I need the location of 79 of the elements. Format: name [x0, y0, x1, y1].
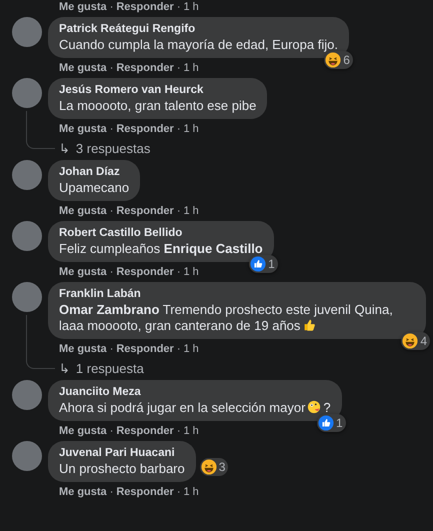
separator-dot: ·	[110, 265, 114, 279]
avatar[interactable]	[12, 17, 42, 47]
laughing-face-icon	[402, 333, 418, 349]
reaction-count[interactable]: 4	[401, 332, 430, 350]
comment-time: 1 h	[184, 204, 199, 218]
action-link[interactable]: Me gusta	[59, 61, 107, 75]
action-link[interactable]: Me gusta	[59, 265, 107, 279]
action-link[interactable]: Responder	[116, 342, 174, 356]
separator-dot: ·	[176, 204, 180, 218]
replies-link[interactable]: 1 respuesta	[76, 361, 144, 377]
separator-dot: ·	[110, 0, 114, 14]
separator-dot: ·	[176, 265, 180, 279]
comment-text: Upamecano	[59, 180, 130, 196]
separator-dot: ·	[176, 61, 180, 75]
avatar[interactable]	[12, 282, 42, 312]
action-link[interactable]: Responder	[116, 61, 174, 75]
comment-time: 1 h	[184, 122, 199, 136]
comment-time: 1 h	[184, 61, 199, 75]
comment-text: Omar Zambrano Tremendo proshecto este juvenil Quina,	[59, 302, 393, 318]
separator-dot: ·	[176, 0, 180, 14]
reaction-count[interactable]: 3	[200, 458, 228, 476]
avatar[interactable]	[12, 221, 42, 251]
comment-time: 1 h	[184, 0, 199, 14]
action-link[interactable]: Responder	[116, 122, 174, 136]
separator-dot: ·	[176, 122, 180, 136]
crazy-face-emoji-icon	[307, 400, 322, 414]
avatar[interactable]	[12, 380, 42, 410]
separator-dot: ·	[110, 342, 114, 356]
separator-dot: ·	[110, 61, 114, 75]
separator-dot: ·	[110, 122, 114, 136]
comment-text: La mooooto, gran talento ese pibe	[59, 98, 256, 114]
separator-dot: ·	[176, 485, 180, 499]
author-name[interactable]: Jesús Romero van Heurck	[59, 83, 256, 98]
separator-dot: ·	[176, 342, 180, 356]
author-name[interactable]: Franklin Labán	[59, 287, 415, 302]
replies-link[interactable]: 3 respuestas	[76, 141, 150, 157]
comment-time: 1 h	[184, 424, 199, 438]
avatar[interactable]	[12, 160, 42, 190]
action-link[interactable]: Me gusta	[59, 485, 107, 499]
reaction-count[interactable]: 1	[316, 414, 346, 432]
author-name[interactable]: Robert Castillo Bellido	[59, 226, 263, 241]
action-link[interactable]: Responder	[116, 265, 174, 279]
thumbs-up-icon	[318, 415, 334, 431]
comment-text: Ahora si podrá jugar en la selección mayor	[59, 400, 306, 416]
comment-time: 1 h	[184, 265, 199, 279]
avatar[interactable]	[12, 441, 42, 471]
comment-time: 1 h	[184, 342, 199, 356]
avatar[interactable]	[12, 78, 42, 108]
separator-dot: ·	[110, 424, 114, 438]
reaction-count[interactable]: 1	[249, 255, 278, 273]
action-link[interactable]: Responder	[116, 485, 174, 499]
reply-arrow-icon: ↳	[59, 141, 70, 157]
author-name[interactable]: Patrick Reátegui Rengifo	[59, 22, 338, 37]
author-name[interactable]: Juanciito Meza	[59, 385, 331, 400]
separator-dot: ·	[176, 424, 180, 438]
laughing-face-icon	[200, 459, 217, 475]
comment-text: ?	[323, 400, 331, 416]
comment-text: Un proshecto barbaro	[59, 461, 185, 477]
action-link[interactable]: Me gusta	[59, 342, 107, 356]
action-link[interactable]: Responder	[116, 424, 174, 438]
comment-text: Cuando cumpla la mayoría de edad, Europa fijo.	[59, 37, 338, 53]
thumbs-up-icon	[250, 256, 266, 272]
author-name[interactable]: Johan Díaz	[59, 165, 130, 180]
action-link[interactable]: Me gusta	[59, 204, 107, 218]
separator-dot: ·	[110, 485, 114, 499]
action-link[interactable]: Responder	[116, 204, 174, 218]
action-link[interactable]: Me gusta	[59, 424, 107, 438]
comment-text: laaa mooooto, gran canterano de 19 años	[59, 318, 300, 334]
action-link[interactable]: Responder	[116, 0, 174, 14]
reaction-count[interactable]: 6	[324, 51, 353, 69]
reply-arrow-icon: ↳	[59, 361, 70, 377]
action-link[interactable]: Me gusta	[59, 0, 107, 14]
separator-dot: ·	[110, 204, 114, 218]
thumbs-up-emoji-icon	[302, 318, 316, 332]
action-link[interactable]: Me gusta	[59, 122, 107, 136]
author-name[interactable]: Juvenal Pari Huacani	[59, 446, 185, 461]
comment-time: 1 h	[184, 485, 199, 499]
laughing-face-icon	[325, 52, 342, 68]
comment-text: Feliz cumpleaños Enrique Castillo	[59, 241, 263, 257]
